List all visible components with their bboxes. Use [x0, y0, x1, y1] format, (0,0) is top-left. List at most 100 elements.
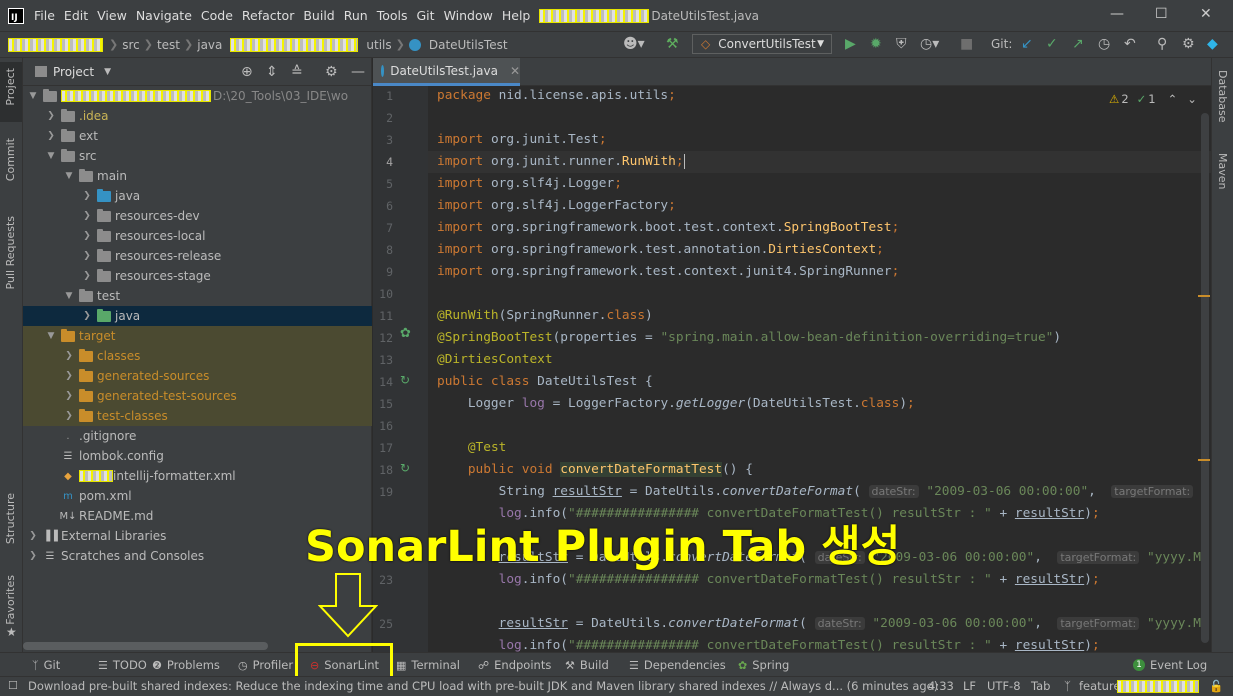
expand-all-icon[interactable]: ⇕ — [266, 64, 278, 80]
maximize-icon[interactable]: ☐ — [1155, 6, 1168, 22]
chevron-right-icon[interactable]: ❯ — [81, 271, 93, 281]
chevron-right-icon[interactable]: ❯ — [27, 551, 39, 561]
menu-view[interactable]: View — [97, 8, 127, 23]
menu-run[interactable]: Run — [344, 8, 368, 23]
tree-item[interactable]: ❯ test-classes — [23, 406, 372, 426]
tab-database[interactable]: Database — [1216, 70, 1229, 123]
user-icon[interactable]: ☻▾ — [623, 36, 645, 52]
chevron-right-icon[interactable]: ❯ — [81, 311, 93, 321]
tree-item[interactable]: ❯ resources-local — [23, 226, 372, 246]
tree-item[interactable]: ❯ classes — [23, 346, 372, 366]
tab-terminal[interactable]: ▦ Terminal — [396, 658, 460, 672]
chevron-down-icon[interactable]: ▼ — [45, 331, 57, 341]
toolbox-icon[interactable]: ◆ — [1207, 36, 1218, 52]
minimize-icon[interactable]: — — [1110, 6, 1124, 22]
tree-item[interactable]: ☰ lombok.config — [23, 446, 372, 466]
tree-item[interactable]: ▼ test — [23, 286, 372, 306]
tab-pull-requests[interactable]: Pull Requests — [4, 216, 17, 289]
tab-profiler[interactable]: ◷ Profiler — [238, 658, 293, 672]
menu-file[interactable]: File — [34, 8, 55, 23]
gear-icon[interactable]: ⚙ — [325, 64, 338, 80]
profile-icon[interactable]: ◷▾ — [920, 36, 939, 52]
chevron-right-icon[interactable]: ❯ — [81, 191, 93, 201]
tab-endpoints[interactable]: ☍ Endpoints — [478, 658, 551, 672]
spring-bean-icon[interactable]: ✿ — [400, 326, 411, 341]
tree-item[interactable]: ❯ .idea — [23, 106, 372, 126]
tree-item[interactable]: ❯ generated-sources — [23, 366, 372, 386]
tree-item[interactable]: m pom.xml — [23, 486, 372, 506]
close-icon[interactable]: ✕ — [1200, 6, 1212, 22]
collapse-all-icon[interactable]: ≙ — [291, 64, 303, 80]
build-hammer-icon[interactable]: ⚒ — [666, 36, 679, 52]
chevron-down-icon[interactable]: ▼ — [63, 291, 75, 301]
project-view-title[interactable]: Project — [53, 65, 94, 79]
chevron-up-icon[interactable]: ⌃ — [1168, 92, 1178, 106]
tree-item[interactable]: ❯ java — [23, 306, 372, 326]
menu-build[interactable]: Build — [303, 8, 334, 23]
tree-item[interactable]: ▼ src — [23, 146, 372, 166]
tab-todo[interactable]: ☰ TODO — [98, 658, 147, 672]
chevron-down-icon[interactable]: ▼ — [104, 67, 111, 77]
tab-git[interactable]: ᛉ Git — [32, 658, 60, 672]
close-tab-icon[interactable]: ✕ — [510, 64, 520, 78]
menu-code[interactable]: Code — [201, 8, 233, 23]
chevron-down-icon[interactable]: ▼ — [63, 171, 75, 181]
menu-navigate[interactable]: Navigate — [136, 8, 192, 23]
chevron-right-icon[interactable]: ❯ — [45, 131, 57, 141]
menu-refactor[interactable]: Refactor — [242, 8, 294, 23]
tab-favorites[interactable]: Favorites — [4, 575, 17, 625]
settings-gear-icon[interactable]: ⚙ — [1182, 36, 1195, 52]
tab-commit[interactable]: Commit — [4, 138, 17, 181]
chevron-down-icon[interactable]: ⌄ — [1187, 92, 1197, 106]
run-test-icon[interactable]: ↻ — [400, 461, 410, 475]
git-push-icon[interactable]: ↗ — [1072, 36, 1084, 52]
tree-item[interactable]: ▼ main — [23, 166, 372, 186]
search-icon[interactable]: ⚲ — [1157, 36, 1167, 52]
chevron-right-icon[interactable]: ❯ — [81, 231, 93, 241]
lock-icon[interactable]: 🔓 — [1209, 679, 1223, 693]
chevron-right-icon[interactable]: ❯ — [45, 111, 57, 121]
indent-setting[interactable]: Tab — [1031, 679, 1050, 693]
tab-problems[interactable]: ❷ Problems — [152, 658, 220, 672]
tree-item[interactable]: ❯ generated-test-sources — [23, 386, 372, 406]
tree-item[interactable]: ▼ target — [23, 326, 372, 346]
tree-item[interactable]: ❯ resources-release — [23, 246, 372, 266]
menu-edit[interactable]: Edit — [64, 8, 88, 23]
git-commit-icon[interactable]: ✓ — [1046, 36, 1058, 52]
git-history-icon[interactable]: ◷ — [1098, 36, 1110, 52]
inspections-widget[interactable]: ⚠ 2 ✓ 1 ⌃ ⌄ — [1109, 92, 1197, 106]
line-separator[interactable]: LF — [963, 679, 976, 693]
run-icon[interactable]: ▶ — [845, 36, 856, 52]
tab-build[interactable]: ⚒ Build — [565, 658, 609, 672]
file-encoding[interactable]: UTF-8 — [987, 679, 1021, 693]
caret-position[interactable]: 4:33 — [928, 679, 954, 693]
stop-icon[interactable]: ■ — [960, 36, 973, 52]
tree-item[interactable]: ❯ resources-stage — [23, 266, 372, 286]
tab-structure[interactable]: Structure — [4, 493, 17, 544]
tree-root[interactable]: ▼ D:\20_Tools\03_IDE\wo — [23, 86, 372, 106]
tab-dependencies[interactable]: ☰ Dependencies — [629, 658, 726, 672]
menu-tools[interactable]: Tools — [377, 8, 408, 23]
git-update-icon[interactable]: ↙ — [1021, 36, 1033, 52]
rollback-icon[interactable]: ↶ — [1124, 36, 1136, 52]
tab-event-log[interactable]: 1 Event Log — [1133, 658, 1207, 672]
chevron-right-icon[interactable]: ❯ — [63, 351, 75, 361]
tree-item[interactable]: ❯ ext — [23, 126, 372, 146]
menu-help[interactable]: Help — [502, 8, 531, 23]
horizontal-scrollbar[interactable] — [23, 642, 268, 650]
tab-maven[interactable]: Maven — [1216, 153, 1229, 189]
breadcrumb-utils[interactable]: utils — [366, 38, 391, 52]
status-toggle-icon[interactable]: ☐ — [8, 679, 18, 692]
chevron-right-icon[interactable]: ❯ — [81, 211, 93, 221]
locate-icon[interactable]: ⊕ — [241, 64, 253, 80]
chevron-right-icon[interactable]: ❯ — [27, 531, 39, 541]
tree-item[interactable]: . .gitignore — [23, 426, 372, 446]
tab-project[interactable]: Project — [4, 68, 17, 106]
vertical-scrollbar[interactable] — [1201, 113, 1209, 643]
breadcrumb-java[interactable]: java — [197, 38, 222, 52]
chevron-right-icon[interactable]: ❯ — [81, 251, 93, 261]
editor-tab-dateutilstest[interactable]: DateUtilsTest.java ✕ — [373, 58, 520, 86]
tree-item[interactable]: ❯ java — [23, 186, 372, 206]
breadcrumb-src[interactable]: src — [122, 38, 140, 52]
tab-spring[interactable]: ✿ Spring — [738, 658, 789, 672]
